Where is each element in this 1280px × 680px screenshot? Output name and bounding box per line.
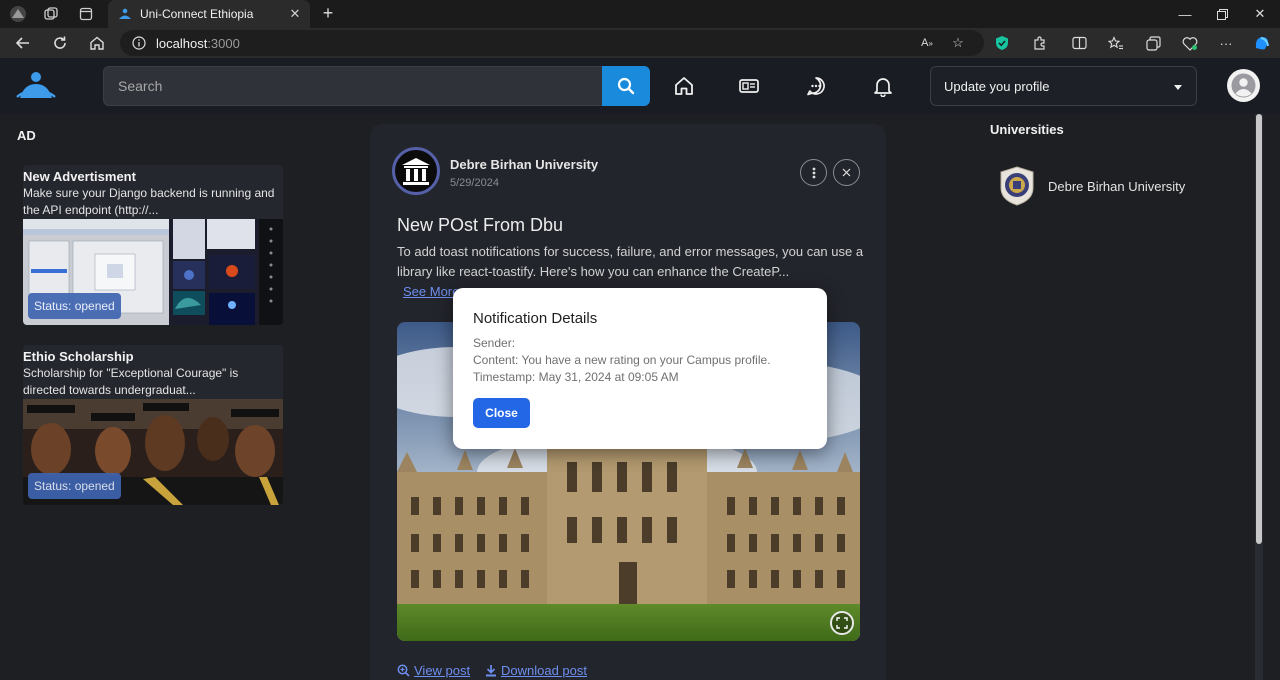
chat-icon[interactable] — [804, 74, 828, 98]
app-logo-icon[interactable] — [16, 70, 56, 102]
modal-content: Content: You have a new rating on your C… — [473, 353, 771, 367]
ad-title: New Advertisment — [23, 169, 136, 184]
see-more-link[interactable]: See More — [403, 284, 459, 299]
post-title: New POst From Dbu — [397, 215, 564, 235]
browser-toolbar: localhost:3000 A» ☆ ··· — [0, 28, 1280, 58]
ad-card[interactable]: Ethio Scholarship Scholarship for "Excep… — [23, 345, 283, 505]
post-menu-button[interactable] — [800, 159, 827, 186]
new-tab-icon[interactable]: + — [318, 3, 338, 23]
chevron-down-icon — [1174, 85, 1182, 90]
tab-title: Uni-Connect Ethiopia — [140, 7, 254, 21]
ad-image: Status: opened — [23, 219, 283, 325]
university-building-icon — [402, 158, 430, 185]
close-icon — [842, 168, 851, 177]
modal-title: Notification Details — [473, 310, 598, 327]
tab-close-icon[interactable]: ✕ — [286, 6, 304, 22]
url-port: :3000 — [207, 35, 240, 51]
reload-icon[interactable] — [49, 32, 71, 54]
modal-close-button[interactable]: Close — [473, 398, 530, 428]
browser-home-icon[interactable] — [86, 32, 108, 54]
post-body: To add toast notifications for success, … — [397, 244, 864, 279]
modal-timestamp: Timestamp: May 31, 2024 at 09:05 AM — [473, 370, 679, 384]
ad-description: Scholarship for "Exceptional Courage" is… — [23, 366, 239, 397]
ad-title: Ethio Scholarship — [23, 349, 134, 364]
post-author[interactable]: Debre Birhan University — [450, 157, 598, 172]
notification-modal: Notification Details Sender: Content: Yo… — [453, 288, 827, 449]
profile-select[interactable]: Update you profile — [930, 66, 1197, 106]
back-icon[interactable] — [12, 32, 34, 54]
url-host: localhost — [156, 35, 208, 51]
search-input[interactable] — [103, 66, 603, 106]
extensions-icon[interactable] — [1030, 34, 1048, 52]
favorite-star-icon[interactable]: ☆ — [949, 34, 967, 52]
download-post-link[interactable]: Download post — [485, 663, 587, 678]
search-button[interactable] — [602, 66, 650, 106]
status-badge: Status: opened — [28, 293, 121, 319]
home-icon[interactable] — [672, 74, 696, 98]
view-post-link[interactable]: View post — [397, 663, 470, 678]
profile-select-value: Update you profile — [944, 78, 1050, 94]
browser-essentials-icon[interactable] — [1181, 34, 1199, 52]
minimize-icon[interactable]: — — [1165, 0, 1205, 28]
university-name: Debre Birhan University — [1048, 178, 1186, 194]
download-icon — [486, 665, 496, 677]
post-close-button[interactable] — [833, 159, 860, 186]
universities-heading: Universities — [990, 122, 1064, 137]
modal-sender: Sender: — [473, 336, 516, 350]
site-info-icon[interactable] — [132, 36, 146, 50]
search-icon — [617, 77, 635, 95]
expand-icon — [836, 617, 848, 629]
university-avatar[interactable] — [392, 147, 440, 195]
view-post-label: View post — [414, 663, 471, 678]
more-options-icon[interactable]: ··· — [1217, 34, 1235, 52]
news-icon[interactable] — [737, 74, 761, 98]
copilot-icon[interactable] — [1252, 34, 1272, 52]
bell-icon[interactable] — [871, 74, 895, 98]
collections-icon[interactable] — [1144, 34, 1162, 52]
ads-heading: AD — [17, 128, 36, 143]
scrollbar-thumb[interactable] — [1256, 114, 1262, 544]
search-bar — [103, 66, 650, 106]
split-screen-icon[interactable] — [1070, 34, 1088, 52]
app-header: Update you profile — [0, 58, 1280, 114]
address-bar[interactable]: localhost:3000 — [120, 30, 984, 56]
profile-icon[interactable] — [7, 4, 29, 24]
avatar[interactable] — [1227, 69, 1260, 102]
zoom-icon — [397, 664, 410, 677]
read-aloud-icon[interactable]: A» — [918, 34, 936, 52]
tab-actions-icon[interactable] — [75, 4, 97, 24]
more-vertical-icon — [812, 167, 815, 178]
status-badge: Status: opened — [28, 473, 121, 499]
workspaces-icon[interactable] — [40, 4, 62, 24]
university-list-item[interactable]: Debre Birhan University — [999, 166, 1199, 206]
expand-image-button[interactable] — [830, 611, 854, 635]
favorites-icon[interactable] — [1107, 34, 1125, 52]
window-close-icon[interactable]: ✕ — [1240, 0, 1280, 28]
ad-image: Status: opened — [23, 399, 283, 505]
post-date: 5/29/2024 — [450, 177, 499, 189]
user-avatar-icon — [1231, 73, 1256, 98]
browser-tab-bar: Uni-Connect Ethiopia ✕ + — ✕ — [0, 0, 1280, 28]
download-post-label: Download post — [501, 663, 587, 678]
ad-description: Make sure your Django backend is running… — [23, 186, 275, 217]
shield-extension-icon[interactable] — [993, 34, 1011, 52]
ad-card[interactable]: New Advertisment Make sure your Django b… — [23, 165, 283, 325]
university-seal-icon — [1000, 166, 1034, 206]
browser-tab[interactable]: Uni-Connect Ethiopia ✕ — [108, 0, 310, 28]
tab-favicon-icon — [119, 8, 131, 19]
maximize-icon[interactable] — [1202, 0, 1242, 28]
